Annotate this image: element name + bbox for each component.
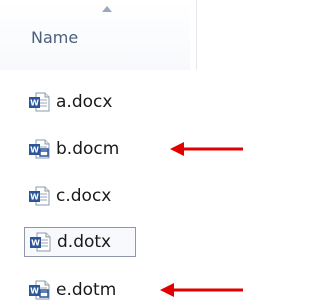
file-name: b.docm: [56, 139, 120, 159]
file-name: d.dotx: [57, 232, 112, 252]
word-template-icon: W: [30, 232, 51, 252]
word-document-icon: W: [29, 92, 50, 112]
red-arrow-b-docm: [170, 142, 243, 156]
file-name: e.dotm: [56, 280, 117, 300]
file-row-c-docx[interactable]: W c.docx: [24, 181, 164, 211]
svg-text:W: W: [30, 146, 39, 155]
file-row-e-dotm[interactable]: W e.dotm: [24, 275, 174, 305]
file-name: c.docx: [56, 186, 112, 206]
file-row-a-docx[interactable]: W a.docx: [24, 87, 164, 117]
svg-text:W: W: [30, 99, 39, 108]
file-row-d-dotx[interactable]: W d.dotx: [24, 227, 136, 257]
file-row-b-docm[interactable]: W b.docm: [24, 134, 174, 164]
sort-ascending-icon: [102, 6, 112, 12]
name-column-header[interactable]: Name: [0, 0, 190, 70]
word-document-icon: W: [29, 186, 50, 206]
svg-text:W: W: [31, 239, 40, 248]
word-macro-template-icon: W: [29, 280, 50, 300]
word-macro-document-icon: W: [29, 139, 50, 159]
svg-text:W: W: [30, 287, 39, 296]
red-arrow-e-dotm: [160, 283, 243, 297]
svg-text:W: W: [30, 193, 39, 202]
file-name: a.docx: [56, 92, 113, 112]
name-column-label: Name: [31, 28, 79, 47]
